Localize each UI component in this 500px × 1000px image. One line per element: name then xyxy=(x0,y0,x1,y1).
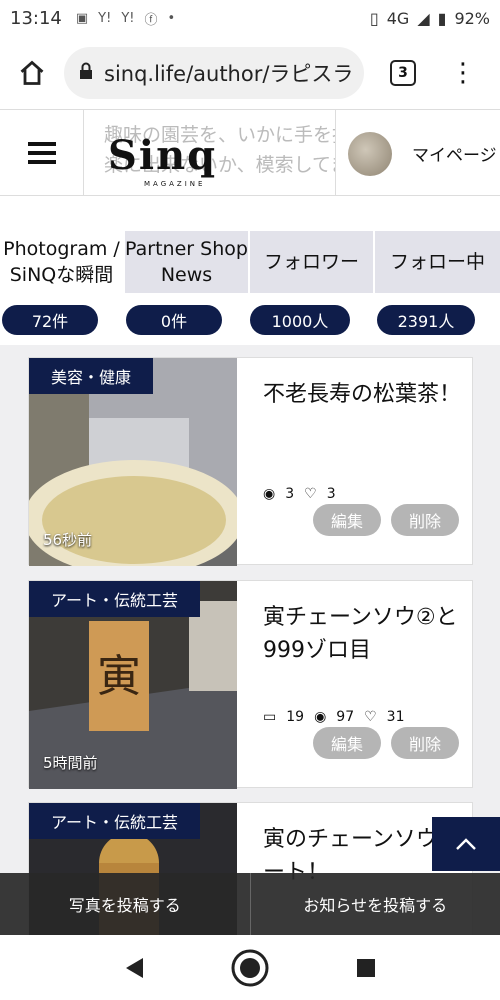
post-stats: ▭ 19 ◉ 97 ♡ 31 xyxy=(263,709,405,725)
battery-percent: 92% xyxy=(454,8,490,28)
home-button[interactable] xyxy=(0,36,64,110)
count-badge: 1000人 xyxy=(250,305,350,335)
scroll-top-button[interactable] xyxy=(432,817,500,871)
notification-icons: ▣ Y! Y! ⓕ • xyxy=(76,9,175,28)
tab-label: Photogram / xyxy=(3,238,120,260)
url-bar[interactable]: sinq.life/author/ラピスラ xyxy=(64,46,364,99)
category-badge: アート・伝統工芸 xyxy=(29,803,201,839)
status-bar: 13:14 ▣ Y! Y! ⓕ • ▯ 4G ◢ ▮ 92% xyxy=(0,0,500,36)
delete-button[interactable]: 削除 xyxy=(391,504,459,536)
view-count: 97 xyxy=(336,709,355,725)
post-photo-button[interactable]: 写真を投稿する xyxy=(0,873,251,935)
tab-photogram[interactable]: Photogram / SiNQな瞬間 xyxy=(0,231,125,293)
tab-label: フォロー中 xyxy=(389,251,485,273)
back-icon[interactable] xyxy=(123,956,145,980)
system-nav-bar xyxy=(0,935,500,1000)
lock-icon xyxy=(78,61,94,85)
site-logo-sub: MAGAZINE xyxy=(144,179,206,188)
count-badge: 2391人 xyxy=(377,305,475,335)
battery-icon: ▮ xyxy=(437,8,447,28)
status-right: ▯ 4G ◢ ▮ 92% xyxy=(370,9,490,28)
count-badge: 0件 xyxy=(126,305,222,335)
url-text: sinq.life/author/ラピスラ xyxy=(104,61,354,86)
post-card[interactable]: 寅 アート・伝統工芸 5時間前 寅チェーンソウ②と999ゾロ目 ▭ 19 ◉ 9… xyxy=(28,580,473,789)
yahoo-icon: Y! xyxy=(121,10,135,26)
post-time: 56秒前 xyxy=(43,531,93,549)
post-time: 5時間前 xyxy=(43,754,98,772)
count-badge: 72件 xyxy=(2,305,98,335)
photo-icon: ▣ xyxy=(75,10,89,26)
site-logo-area[interactable]: 趣味の園芸を、いかに手を抜いて楽に出来ないか、模索してます。 Sinq MAGA… xyxy=(84,109,336,196)
bottom-action-bar: 写真を投稿する お知らせを投稿する xyxy=(0,873,500,935)
hamburger-menu-button[interactable] xyxy=(0,109,84,196)
post-title[interactable]: 寅チェーンソウ②と999ゾロ目 xyxy=(263,601,463,667)
vibrate-icon: ▯ xyxy=(369,8,379,28)
comment-count: 19 xyxy=(286,709,305,725)
tab-label: フォロワー xyxy=(263,251,359,273)
post-news-button[interactable]: お知らせを投稿する xyxy=(251,873,500,935)
tab-label: Partner Shop xyxy=(125,238,248,260)
dot-icon: • xyxy=(167,10,176,26)
tab-counts: 72件 0件 1000人 2391人 xyxy=(0,305,500,335)
category-badge: アート・伝統工芸 xyxy=(29,581,201,617)
view-count: 3 xyxy=(285,486,295,502)
profile-tabs: Photogram / SiNQな瞬間 Partner Shop News フォロワ… xyxy=(0,231,500,293)
eye-icon: ◉ xyxy=(263,486,276,502)
network-label: 4G xyxy=(386,8,410,28)
edit-button[interactable]: 編集 xyxy=(313,727,381,759)
tab-label: SiNQな瞬間 xyxy=(9,264,114,286)
home-circle-icon[interactable] xyxy=(230,948,270,988)
chevron-up-icon xyxy=(456,838,476,850)
comment-icon: ▭ xyxy=(263,709,277,725)
browser-toolbar: sinq.life/author/ラピスラ 3 ⋮ xyxy=(0,36,500,110)
site-logo: Sinq xyxy=(108,131,218,179)
eye-icon: ◉ xyxy=(314,709,327,725)
tab-switcher-button[interactable]: 3 xyxy=(390,59,416,86)
yahoo-icon: Y! xyxy=(98,10,112,26)
category-badge: 美容・健康 xyxy=(29,358,154,394)
post-feed: 美容・健康 56秒前 不老長寿の松葉茶！ ◉ 3 ♡ 3 編集 削除 寅 アート… xyxy=(0,345,500,935)
edit-button[interactable]: 編集 xyxy=(313,504,381,536)
post-stats: ◉ 3 ♡ 3 xyxy=(263,486,336,502)
tab-partner-shop-news[interactable]: Partner Shop News xyxy=(125,231,250,293)
post-card[interactable]: 美容・健康 56秒前 不老長寿の松葉茶！ ◉ 3 ♡ 3 編集 削除 xyxy=(28,357,473,566)
menu-dots-icon[interactable]: ⋮ xyxy=(450,60,476,86)
status-time: 13:14 xyxy=(10,7,62,29)
delete-button[interactable]: 削除 xyxy=(391,727,459,759)
mypage-link[interactable]: マイページ xyxy=(412,141,497,166)
svg-text:寅: 寅 xyxy=(97,651,141,702)
home-icon xyxy=(20,60,44,85)
facebook-icon: ⓕ xyxy=(144,12,158,28)
tab-label: News xyxy=(160,264,213,286)
signal-icon: ◢ xyxy=(417,8,430,28)
heart-icon: ♡ xyxy=(364,709,377,725)
heart-icon: ♡ xyxy=(304,486,317,502)
avatar[interactable] xyxy=(348,132,392,176)
hamburger-icon xyxy=(27,137,56,169)
post-title[interactable]: 不老長寿の松葉茶！ xyxy=(263,378,463,411)
like-count: 31 xyxy=(386,709,405,725)
recents-icon[interactable] xyxy=(355,957,377,979)
tab-followers[interactable]: フォロワー xyxy=(250,231,375,293)
like-count: 3 xyxy=(326,486,336,502)
tab-following[interactable]: フォロー中 xyxy=(375,231,500,293)
